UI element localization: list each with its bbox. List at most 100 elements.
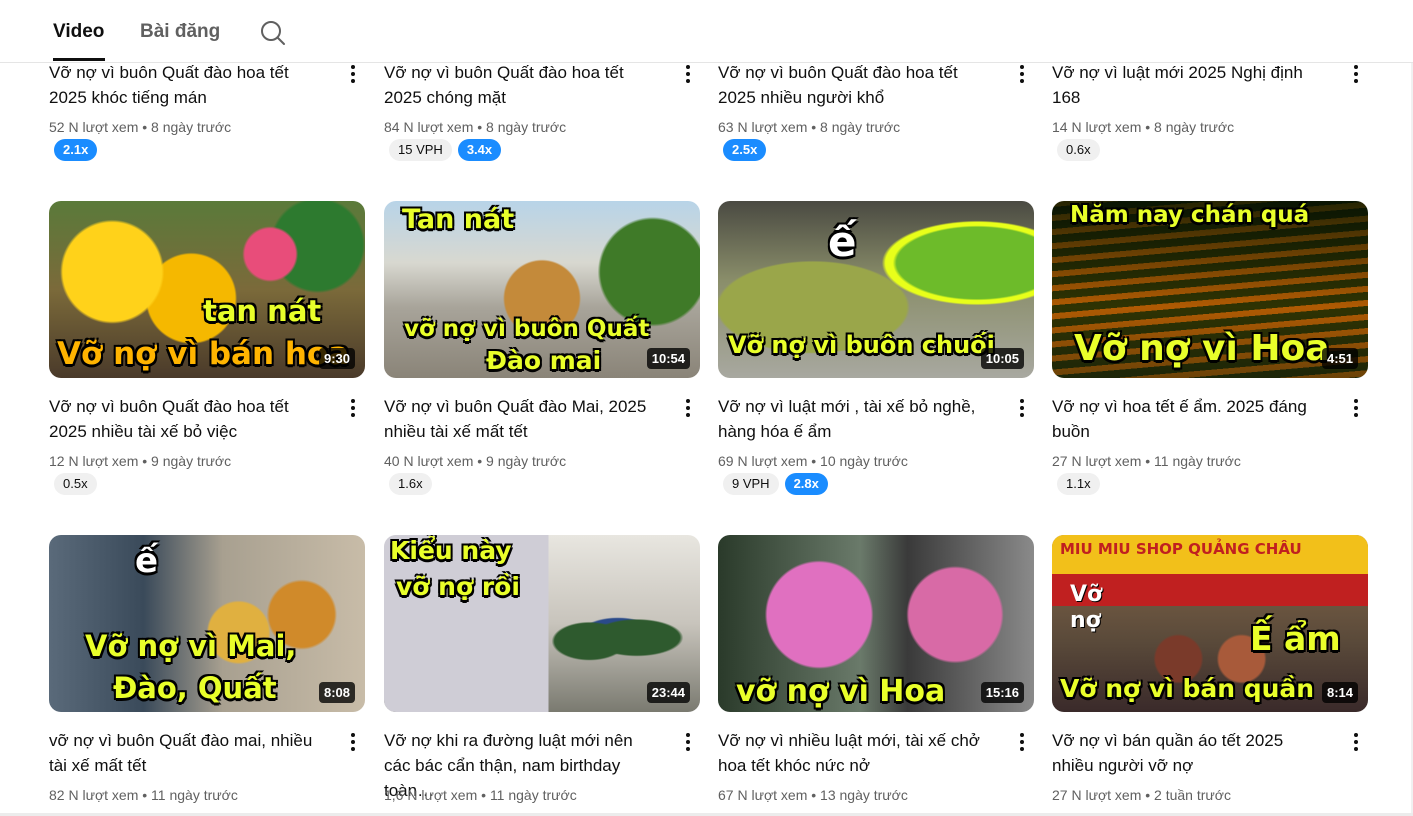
video-title[interactable]: Vỡ nợ vì buôn Quất đào hoa tết 2025 chón… bbox=[384, 60, 654, 110]
duration-badge: 23:44 bbox=[646, 682, 690, 703]
search-button[interactable] bbox=[258, 18, 288, 48]
video-title[interactable]: vỡ nợ vì buôn Quất đào mai, nhiều tài xế… bbox=[49, 728, 319, 778]
badge-group: 2.5x bbox=[723, 139, 767, 161]
video-stats: 14 N lượt xem • 8 ngày trước bbox=[1052, 119, 1235, 135]
ratio-badge: 2.5x bbox=[723, 139, 767, 161]
video-card[interactable]: ế Vỡ nợ vì buôn chuối 10:05 Vỡ nợ vì luậ… bbox=[718, 201, 1034, 495]
tab-video[interactable]: Video bbox=[53, 20, 104, 44]
more-vert-icon bbox=[1354, 733, 1358, 737]
video-stats: 1,6 N lượt xem • 11 ngày trước bbox=[384, 787, 577, 803]
video-title[interactable]: Vỡ nợ vì buôn Quất đào hoa tết 2025 khóc… bbox=[49, 60, 319, 110]
video-thumbnail[interactable]: vỡ nợ vì Hoa 15:16 bbox=[718, 535, 1034, 712]
thumbnail-caption: Đào, Quất bbox=[113, 671, 277, 705]
thumbnail-caption: vỡ nợ vì buôn Quất bbox=[404, 316, 650, 342]
vph-badge: 15 VPH bbox=[389, 139, 452, 161]
video-card[interactable]: Kiểu này vỡ nợ rồi 23:44 Vỡ nợ khi ra đư… bbox=[384, 535, 700, 803]
more-actions-button[interactable] bbox=[1014, 397, 1030, 419]
duration-badge: 15:16 bbox=[980, 682, 1024, 703]
video-stats: 69 N lượt xem • 10 ngày trước bbox=[718, 453, 908, 469]
more-actions-button[interactable] bbox=[345, 731, 361, 753]
video-card[interactable]: Tan nát vỡ nợ vì buôn Quất Đào mai 10:54… bbox=[384, 201, 700, 495]
thumbnail-caption: MIU MIU SHOP QUẢNG CHÂU bbox=[1060, 540, 1302, 558]
more-vert-icon bbox=[1020, 733, 1024, 737]
video-card[interactable]: tan nát Vỡ nợ vì bán hoa 9:30 Vỡ nợ vì b… bbox=[49, 201, 365, 495]
badge-group: 9 VPH 2.8x bbox=[723, 473, 828, 495]
video-thumbnail[interactable]: tan nát Vỡ nợ vì bán hoa 9:30 bbox=[49, 201, 365, 378]
badge-group: 1.6x bbox=[389, 473, 432, 495]
more-actions-button[interactable] bbox=[1014, 731, 1030, 753]
ratio-badge: 1.1x bbox=[1057, 473, 1100, 495]
duration-badge: 4:51 bbox=[1321, 348, 1358, 369]
duration-badge: 10:54 bbox=[646, 348, 690, 369]
more-vert-icon bbox=[686, 65, 690, 69]
video-stats: 67 N lượt xem • 13 ngày trước bbox=[718, 787, 908, 803]
video-card[interactable]: MIU MIU SHOP QUẢNG CHÂU Vỡ nợ Ế ẩm Vỡ nợ… bbox=[1052, 535, 1368, 803]
video-card[interactable]: Năm nay chán quá Vỡ nợ vì Hoa 4:51 Vỡ nợ… bbox=[1052, 201, 1368, 495]
more-actions-button[interactable] bbox=[1348, 731, 1364, 753]
more-vert-icon bbox=[1354, 399, 1358, 403]
more-vert-icon bbox=[351, 399, 355, 403]
duration-badge: 10:05 bbox=[980, 348, 1024, 369]
more-actions-button[interactable] bbox=[680, 731, 696, 753]
more-actions-button[interactable] bbox=[1348, 397, 1364, 419]
video-card[interactable]: ế Vỡ nợ vì Mai, Đào, Quất 8:08 vỡ nợ vì … bbox=[49, 535, 365, 803]
video-thumbnail[interactable]: ế Vỡ nợ vì Mai, Đào, Quất 8:08 bbox=[49, 535, 365, 712]
video-thumbnail[interactable]: Năm nay chán quá Vỡ nợ vì Hoa 4:51 bbox=[1052, 201, 1368, 378]
video-title[interactable]: Vỡ nợ vì buôn Quất đào hoa tết 2025 nhiề… bbox=[718, 60, 988, 110]
badge-group: 1.1x bbox=[1057, 473, 1100, 495]
thumbnail-caption: Kiểu này bbox=[390, 536, 512, 565]
search-icon bbox=[261, 21, 285, 45]
more-vert-icon bbox=[1020, 65, 1024, 69]
video-thumbnail[interactable]: ế Vỡ nợ vì buôn chuối 10:05 bbox=[718, 201, 1034, 378]
thumbnail-caption: Vỡ nợ vì Hoa bbox=[1074, 328, 1330, 369]
badge-group: 0.6x bbox=[1057, 139, 1100, 161]
thumbnail-caption: Vỡ nợ vì bán quần bbox=[1060, 674, 1315, 703]
video-title[interactable]: Vỡ nợ vì hoa tết ế ẩm. 2025 đáng buồn bbox=[1052, 394, 1322, 444]
channel-tab-bar: Video Bài đăng bbox=[0, 0, 1413, 63]
badge-group: 0.5x bbox=[54, 473, 97, 495]
video-thumbnail[interactable]: Kiểu này vỡ nợ rồi 23:44 bbox=[384, 535, 700, 712]
ratio-badge: 2.1x bbox=[54, 139, 98, 161]
more-vert-icon bbox=[351, 65, 355, 69]
video-title[interactable]: Vỡ nợ vì nhiều luật mới, tài xế chở hoa … bbox=[718, 728, 988, 778]
video-thumbnail[interactable]: MIU MIU SHOP QUẢNG CHÂU Vỡ nợ Ế ẩm Vỡ nợ… bbox=[1052, 535, 1368, 712]
more-actions-button[interactable] bbox=[680, 63, 696, 85]
thumbnail-caption: ế bbox=[135, 541, 159, 581]
more-actions-button[interactable] bbox=[345, 397, 361, 419]
video-stats: 27 N lượt xem • 2 tuần trước bbox=[1052, 787, 1231, 803]
thumbnail-caption: vỡ nợ rồi bbox=[396, 572, 520, 601]
video-title[interactable]: Vỡ nợ vì bán quần áo tết 2025 nhiều ngườ… bbox=[1052, 728, 1322, 778]
ratio-badge: 0.5x bbox=[54, 473, 97, 495]
ratio-badge: 0.6x bbox=[1057, 139, 1100, 161]
thumbnail-caption: Vỡ bbox=[1070, 582, 1103, 607]
video-card[interactable]: vỡ nợ vì Hoa 15:16 Vỡ nợ vì nhiều luật m… bbox=[718, 535, 1034, 803]
video-thumbnail[interactable]: Tan nát vỡ nợ vì buôn Quất Đào mai 10:54 bbox=[384, 201, 700, 378]
thumbnail-caption: Vỡ nợ vì bán hoa bbox=[57, 336, 350, 372]
video-stats: 40 N lượt xem • 9 ngày trước bbox=[384, 453, 567, 469]
duration-badge: 8:14 bbox=[1321, 682, 1358, 703]
video-stats: 27 N lượt xem • 11 ngày trước bbox=[1052, 453, 1241, 469]
badge-group: 15 VPH 3.4x bbox=[389, 139, 502, 161]
thumbnail-caption: Năm nay chán quá bbox=[1070, 202, 1310, 228]
tab-active-indicator bbox=[53, 58, 105, 61]
video-title[interactable]: Vỡ nợ vì buôn Quất đào hoa tết 2025 nhiề… bbox=[49, 394, 319, 444]
video-stats: 63 N lượt xem • 8 ngày trước bbox=[718, 119, 901, 135]
thumbnail-caption: nợ bbox=[1070, 608, 1101, 633]
more-actions-button[interactable] bbox=[345, 63, 361, 85]
video-stats: 12 N lượt xem • 9 ngày trước bbox=[49, 453, 232, 469]
thumbnail-caption: Vỡ nợ vì buôn chuối bbox=[728, 331, 995, 359]
more-actions-button[interactable] bbox=[1348, 63, 1364, 85]
more-actions-button[interactable] bbox=[680, 397, 696, 419]
video-stats: 84 N lượt xem • 8 ngày trước bbox=[384, 119, 567, 135]
tab-posts[interactable]: Bài đăng bbox=[140, 20, 220, 44]
thumbnail-caption: ế bbox=[828, 217, 857, 266]
vph-badge: 9 VPH bbox=[723, 473, 779, 495]
thumbnail-caption: Đào mai bbox=[486, 346, 602, 375]
badge-group: 2.1x bbox=[54, 139, 98, 161]
more-vert-icon bbox=[686, 733, 690, 737]
video-title[interactable]: Vỡ nợ vì luật mới , tài xế bỏ nghề, hàng… bbox=[718, 394, 988, 444]
video-title[interactable]: Vỡ nợ vì luật mới 2025 Nghị định 168 bbox=[1052, 60, 1322, 110]
ratio-badge: 1.6x bbox=[389, 473, 432, 495]
more-actions-button[interactable] bbox=[1014, 63, 1030, 85]
video-title[interactable]: Vỡ nợ vì buôn Quất đào Mai, 2025 nhiều t… bbox=[384, 394, 654, 444]
